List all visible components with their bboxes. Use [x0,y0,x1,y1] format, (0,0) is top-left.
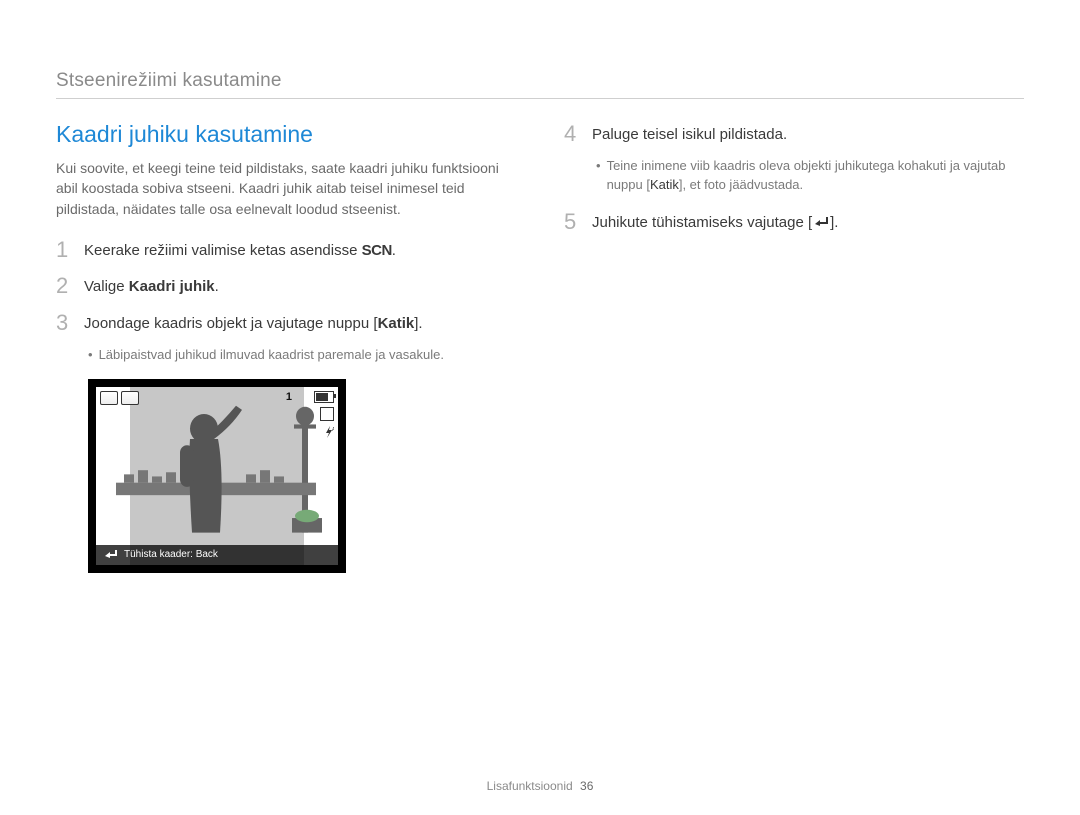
bottom-strip: Tühista kaader: Back [96,545,338,565]
step-number: 4 [564,121,592,147]
return-icon [813,216,829,228]
step-number: 3 [56,310,84,336]
step-3-sub: • Läbipaistvad juhikud ilmuvad kaadrist … [88,346,516,365]
step-text: Paluge teisel isikul pildistada. [592,121,787,147]
strip-text: Tühista kaader: Back [124,549,218,560]
bold-text: Katik [650,177,679,192]
text: Joondage kaadris objekt ja vajutage nupp… [84,315,378,332]
scene-silhouette [96,387,338,543]
top-left-icons [100,391,139,405]
shot-count: 1 [286,391,292,403]
text: Keerake režiimi valimise ketas asendisse [84,242,362,259]
page-number: 36 [580,779,593,793]
step-3: 3 Joondage kaadris objekt ja vajutage nu… [56,310,516,336]
svg-text:A: A [332,427,334,433]
step-text: Joondage kaadris objekt ja vajutage nupp… [84,310,423,336]
step-text: Valige Kaadri juhik. [84,273,219,299]
back-icon [102,549,118,561]
content-columns: Kaadri juhiku kasutamine Kui soovite, et… [56,121,1024,573]
screen-inner: 1 A [96,387,338,565]
step-4-sub: • Teine inimene viib kaadris oleva objek… [596,157,1024,195]
sub-text: Läbipaistvad juhikud ilmuvad kaadrist pa… [99,346,444,365]
step-1: 1 Keerake režiimi valimise ketas asendis… [56,237,516,263]
step-text: Juhikute tühistamiseks vajutage []. [592,209,838,235]
step-5: 5 Juhikute tühistamiseks vajutage []. [564,209,1024,235]
text: Juhikute tühistamiseks vajutage [ [592,214,812,231]
text: ]. [830,214,838,231]
text: . [215,278,219,295]
sub-text: Teine inimene viib kaadris oleva objekti… [607,157,1024,195]
scn-icon: SCN [362,242,392,259]
left-column: Kaadri juhiku kasutamine Kui soovite, et… [56,121,516,573]
mode-icon [100,391,118,405]
footer: Lisafunktsioonid 36 [0,779,1080,793]
text: ]. [414,315,422,332]
camera-screen-preview: 1 A [88,379,346,573]
top-right-icons: A [314,391,334,437]
bullet-icon: • [596,157,601,176]
manual-page: Stseenirežiimi kasutamine Kaadri juhiku … [0,0,1080,815]
storage-icon [320,407,334,421]
step-text: Keerake režiimi valimise ketas asendisse… [84,237,396,263]
step-2: 2 Valige Kaadri juhik. [56,273,516,299]
breadcrumb: Stseenirežiimi kasutamine [56,70,1024,92]
step-4: 4 Paluge teisel isikul pildistada. [564,121,1024,147]
bold-text: Katik [378,315,415,332]
text: Valige [84,278,129,295]
flash-auto-icon: A [324,425,334,437]
step-number: 1 [56,237,84,263]
bold-text: Kaadri juhik [129,278,215,295]
section-title: Kaadri juhiku kasutamine [56,121,516,148]
divider [56,98,1024,99]
step-number: 5 [564,209,592,235]
right-column: 4 Paluge teisel isikul pildistada. • Tei… [564,121,1024,573]
step-number: 2 [56,273,84,299]
text: ], et foto jäädvustada. [679,177,803,192]
text: . [392,242,396,259]
footer-label: Lisafunktsioonid [487,779,573,793]
battery-icon [314,391,334,403]
intro-paragraph: Kui soovite, et keegi teine teid pildist… [56,158,516,219]
bullet-icon: • [88,346,93,365]
frame-guide-icon [121,391,139,405]
